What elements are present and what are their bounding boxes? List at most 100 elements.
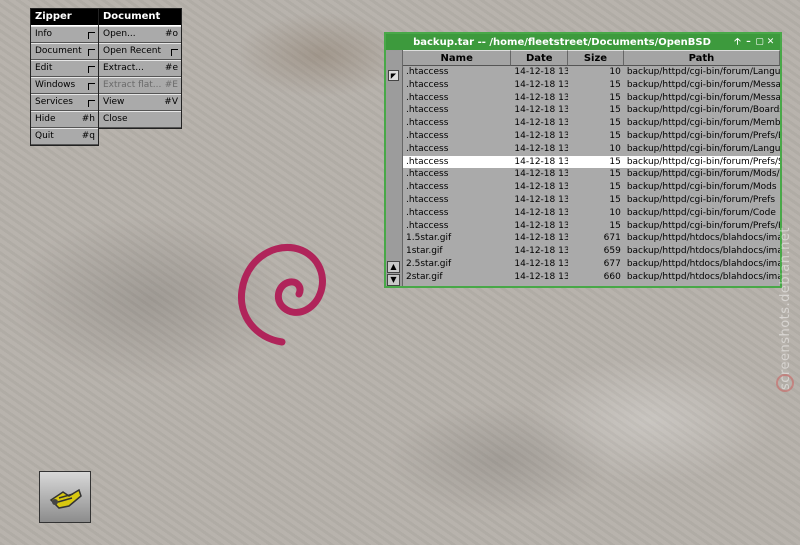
submenu-arrow-icon: [88, 32, 95, 39]
cell-path: backup/httpd/htdocs/blahdocs/ima: [626, 271, 780, 282]
cell-date: 14-12-18 13: [514, 182, 569, 193]
table-header: Name Date Size Path: [403, 50, 780, 66]
document-menu-item[interactable]: Open Recent: [99, 43, 181, 60]
cell-size: 10: [609, 67, 621, 77]
cell-name: .htaccess: [406, 156, 449, 167]
zipper-menu-item[interactable]: Services: [31, 94, 98, 111]
table-row[interactable]: .htaccess 14-12-18 13 10 backup/httpd/cgi-b…: [403, 66, 780, 79]
cell-name: .htaccess: [406, 92, 449, 103]
cell-name: .htaccess: [406, 79, 449, 90]
cell-path: backup/httpd/cgi-bin/forum/Prefs/S: [626, 156, 780, 167]
table-row[interactable]: 2.5star.gif 14-12-18 13 677 backup/httpd/ht…: [403, 258, 780, 271]
menu-item-label: Quit: [35, 131, 54, 141]
cell-date: 14-12-18 13: [514, 156, 569, 167]
table-row[interactable]: .htaccess 14-12-18 13 15 backup/httpd/cgi-b…: [403, 220, 780, 233]
cell-size: 15: [609, 182, 621, 193]
cell-date: 14-12-18 13: [514, 92, 569, 103]
cell-size: 10: [609, 207, 621, 218]
cell-date: 14-12-18 13: [514, 271, 569, 282]
minimize-button[interactable]: –: [743, 37, 754, 47]
cell-date: 14-12-18 13: [514, 194, 569, 205]
table-row[interactable]: 2star.gif 14-12-18 13 660 backup/httpd/htdo…: [403, 271, 780, 284]
cell-size: 660: [603, 271, 621, 282]
document-menu-title[interactable]: Document: [99, 9, 181, 26]
file-table: Name Date Size Path .htaccess 14-12-18 13…: [403, 50, 780, 286]
document-menu: Document Open... #o Open Recent Extract... #…: [98, 8, 182, 129]
cell-path: backup/httpd/cgi-bin/forum/Prefs: [626, 194, 776, 205]
cell-name: .htaccess: [406, 67, 449, 77]
cell-name: .htaccess: [406, 130, 449, 141]
table-row[interactable]: 1.5star.gif 14-12-18 13 671 backup/httpd/ht…: [403, 232, 780, 245]
menu-item-label: Info: [35, 29, 53, 39]
maximize-button[interactable]: ▢: [754, 37, 765, 47]
table-row[interactable]: .htaccess 14-12-18 13 10 backup/httpd/cgi-b…: [403, 143, 780, 156]
document-menu-item[interactable]: Open... #o: [99, 26, 181, 43]
cell-name: .htaccess: [406, 194, 449, 205]
cell-path: backup/httpd/htdocs/blahdocs/ima: [626, 246, 780, 257]
zipper-menu-item[interactable]: Windows: [31, 77, 98, 94]
cell-name: .htaccess: [406, 118, 449, 129]
table-row[interactable]: .htaccess 14-12-18 13 15 backup/httpd/cgi-b…: [403, 130, 780, 143]
cell-date: 14-12-18 13: [514, 105, 569, 116]
cell-date: 14-12-18 13: [514, 233, 569, 244]
table-row[interactable]: .htaccess 14-12-18 13 15 backup/httpd/cgi-b…: [403, 92, 780, 105]
document-menu-item[interactable]: Extract flat... #E: [99, 77, 181, 94]
cell-date: 14-12-18 13: [514, 169, 569, 180]
menu-item-shortcut: #V: [164, 97, 178, 107]
pin-icon[interactable]: 🡡: [732, 34, 743, 50]
cell-path: backup/httpd/cgi-bin/forum/Messag: [626, 79, 780, 90]
document-menu-item[interactable]: Extract... #e: [99, 60, 181, 77]
table-row[interactable]: .htaccess 14-12-18 13 15 backup/httpd/cgi-b…: [403, 79, 780, 92]
cell-size: 15: [609, 220, 621, 231]
cell-path: backup/httpd/cgi-bin/forum/Prefs/B: [626, 130, 780, 141]
menu-item-label: Windows: [35, 80, 76, 90]
close-button[interactable]: ✕: [765, 37, 776, 47]
table-row[interactable]: .htaccess 14-12-18 13 15 backup/httpd/cgi-b…: [403, 168, 780, 181]
archive-window: backup.tar -- /home/fleetstreet/Document…: [384, 32, 782, 288]
table-row[interactable]: .htaccess 14-12-18 13 15 backup/httpd/cgi-b…: [403, 194, 780, 207]
table-row[interactable]: .htaccess 14-12-18 13 15 backup/httpd/cgi-b…: [403, 117, 780, 130]
cell-size: 15: [609, 118, 621, 129]
menu-item-label: View: [103, 97, 125, 107]
cell-path: backup/httpd/cgi-bin/forum/Mods: [626, 182, 777, 193]
cell-name: .htaccess: [406, 220, 449, 231]
zipper-menu-item[interactable]: Quit #q: [31, 128, 98, 145]
table-row[interactable]: .htaccess 14-12-18 13 15 backup/httpd/cgi-b…: [403, 181, 780, 194]
cell-size: 15: [609, 92, 621, 103]
zipper-menu-title[interactable]: Zipper: [31, 9, 98, 26]
column-header-name[interactable]: Name: [403, 50, 512, 66]
menu-item-label: Open Recent: [103, 46, 162, 56]
document-menu-item[interactable]: View #V: [99, 94, 181, 111]
column-header-size[interactable]: Size: [568, 50, 624, 66]
cell-size: 15: [609, 194, 621, 205]
window-title: backup.tar -- /home/fleetstreet/Document…: [413, 36, 711, 48]
column-header-path[interactable]: Path: [623, 50, 780, 66]
cell-path: backup/httpd/cgi-bin/forum/Membe: [626, 118, 780, 129]
window-titlebar[interactable]: backup.tar -- /home/fleetstreet/Document…: [386, 34, 780, 50]
scroll-down-button[interactable]: ▼: [387, 274, 400, 286]
table-row[interactable]: .htaccess 14-12-18 13 10 backup/httpd/cgi-b…: [403, 207, 780, 220]
cell-path: backup/httpd/htdocs/blahdocs/ima: [626, 233, 780, 244]
cell-size: 10: [609, 143, 621, 154]
cell-name: .htaccess: [406, 105, 449, 116]
zipper-menu-item[interactable]: Info: [31, 26, 98, 43]
cell-size: 15: [609, 130, 621, 141]
cell-size: 659: [603, 246, 621, 257]
column-header-date[interactable]: Date: [511, 50, 569, 66]
submenu-arrow-icon: [171, 49, 178, 56]
vertical-scrollbar[interactable]: ◤ ▲ ▼: [386, 50, 403, 286]
menu-item-shortcut: #o: [164, 29, 178, 39]
table-row[interactable]: .htaccess 14-12-18 13 15 backup/httpd/cgi-b…: [403, 155, 780, 169]
cell-size: 15: [609, 79, 621, 90]
zipper-menu-item[interactable]: Hide #h: [31, 111, 98, 128]
zipper-menu-item[interactable]: Edit: [31, 60, 98, 77]
scroll-up-button[interactable]: ▲: [387, 261, 400, 273]
dock-zipper-app-icon[interactable]: [39, 471, 91, 523]
table-row[interactable]: 1star.gif 14-12-18 13 659 backup/httpd/htdo…: [403, 245, 780, 258]
menu-item-label: Extract...: [103, 63, 144, 73]
scroll-knob[interactable]: ◤: [388, 70, 399, 81]
zipper-menu-item[interactable]: Document: [31, 43, 98, 60]
document-menu-item[interactable]: Close: [99, 111, 181, 128]
table-row[interactable]: .htaccess 14-12-18 13 15 backup/httpd/cgi-b…: [403, 104, 780, 117]
cell-date: 14-12-18 13: [514, 118, 569, 129]
